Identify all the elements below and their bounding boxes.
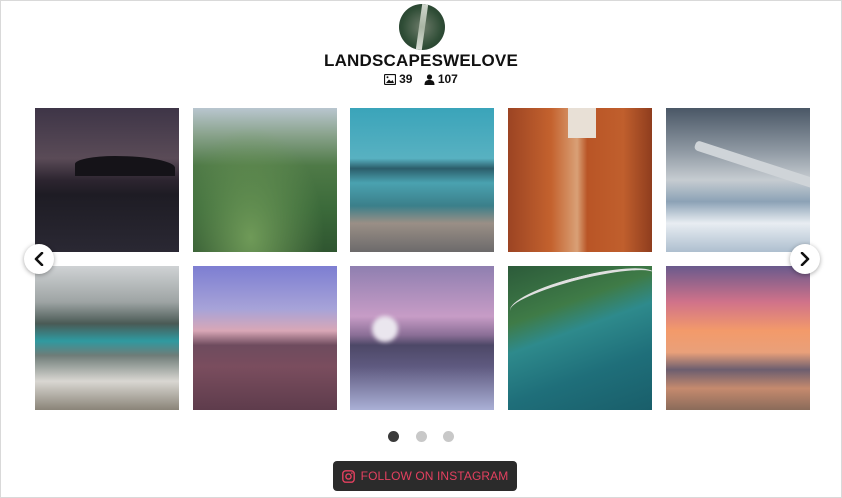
photo-tile[interactable] bbox=[35, 266, 179, 410]
photo-tile[interactable] bbox=[508, 108, 652, 252]
instagram-feed-widget: LANDSCAPESWELOVE 39 107 FOLLOW ON INSTAG… bbox=[0, 0, 842, 498]
photo-tile[interactable] bbox=[350, 266, 494, 410]
previous-arrow-button[interactable] bbox=[24, 244, 54, 274]
follow-on-instagram-button[interactable]: FOLLOW ON INSTAGRAM bbox=[333, 461, 517, 491]
page-dot-2[interactable] bbox=[415, 431, 427, 442]
instagram-icon bbox=[341, 469, 355, 483]
photo-tile[interactable] bbox=[666, 108, 810, 252]
profile-avatar[interactable] bbox=[399, 4, 445, 50]
photo-tile[interactable] bbox=[508, 266, 652, 410]
follow-button-label: FOLLOW ON INSTAGRAM bbox=[360, 469, 509, 483]
photo-tile[interactable] bbox=[193, 266, 337, 410]
photo-tile[interactable] bbox=[35, 108, 179, 252]
profile-username[interactable]: LANDSCAPESWELOVE bbox=[1, 51, 841, 71]
page-dot-3[interactable] bbox=[442, 431, 454, 442]
followers-stat: 107 bbox=[424, 72, 458, 86]
followers-count: 107 bbox=[437, 72, 458, 86]
posts-stat: 39 bbox=[384, 72, 412, 86]
pagination-dots bbox=[1, 429, 841, 447]
next-arrow-button[interactable] bbox=[790, 244, 820, 274]
chevron-right-icon bbox=[800, 252, 810, 266]
image-icon bbox=[384, 73, 397, 85]
page-dot-1[interactable] bbox=[388, 431, 400, 442]
photo-tile[interactable] bbox=[193, 108, 337, 252]
chevron-left-icon bbox=[34, 252, 44, 266]
photo-tile[interactable] bbox=[666, 266, 810, 410]
posts-count: 39 bbox=[399, 72, 413, 86]
photo-tile[interactable] bbox=[350, 108, 494, 252]
user-icon bbox=[424, 73, 435, 85]
profile-stats: 39 107 bbox=[1, 72, 841, 88]
